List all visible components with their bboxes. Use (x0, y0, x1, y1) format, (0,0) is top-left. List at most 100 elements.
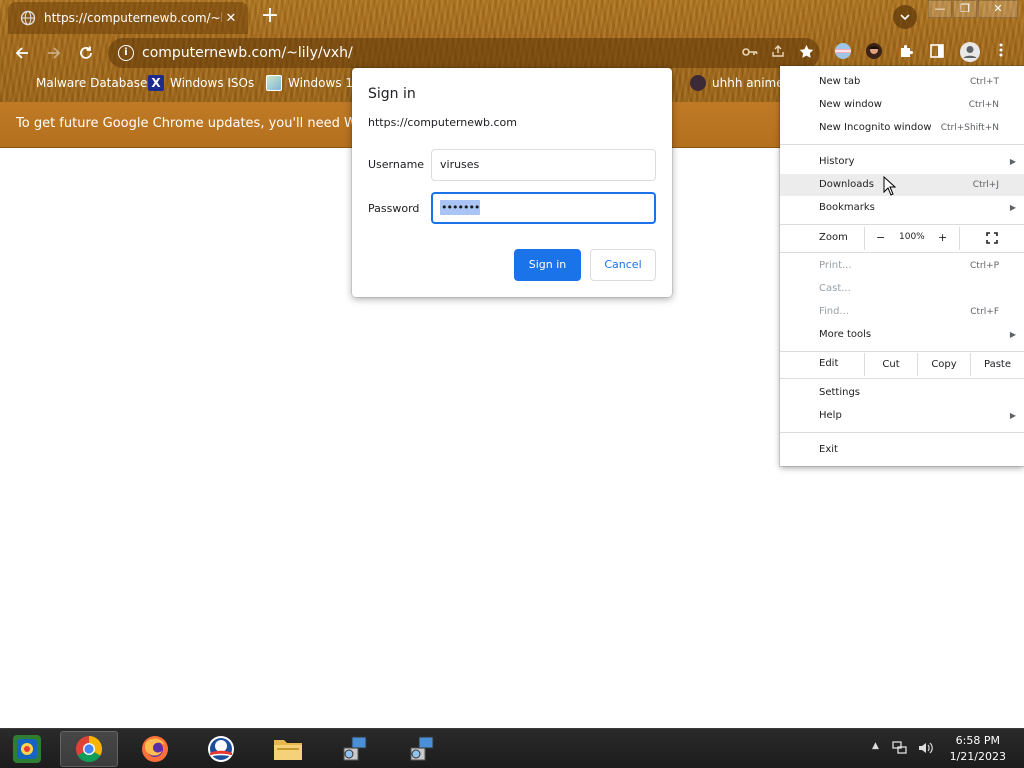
submenu-arrow-icon: ▶ (1009, 157, 1016, 166)
menu-item-more-tools[interactable]: More tools ▶ (780, 324, 1024, 346)
taskbar-obama[interactable] (192, 731, 250, 767)
show-hidden-icons-icon[interactable]: ▲ (872, 741, 879, 751)
menu-item-new-incognito[interactable]: New Incognito window Ctrl+Shift+N (780, 117, 1024, 139)
mouse-cursor-icon (883, 176, 897, 196)
menu-item-label: New Incognito window (819, 122, 932, 133)
menu-edit-row: Edit Cut Copy Paste (780, 353, 1024, 376)
system-clock[interactable]: 6:58 PM 1/21/2023 (950, 733, 1006, 765)
sign-in-button[interactable]: Sign in (514, 249, 581, 281)
cancel-button[interactable]: Cancel (590, 249, 656, 281)
menu-item-help[interactable]: Help ▶ (780, 405, 1024, 427)
site-info-icon[interactable]: i (118, 45, 134, 61)
menu-item-bookmarks[interactable]: Bookmarks ▶ (780, 197, 1024, 219)
menu-item-label: Help (819, 410, 842, 421)
menu-shortcut: Ctrl+J (972, 180, 999, 190)
username-field[interactable]: viruses (431, 149, 656, 181)
clock-time: 6:58 PM (955, 734, 1000, 747)
menu-item-label: Print... (819, 260, 852, 271)
back-icon[interactable] (9, 40, 35, 66)
profile-extension-icon[interactable] (864, 42, 884, 62)
tab-search-icon[interactable] (893, 5, 917, 29)
submenu-arrow-icon: ▶ (1009, 203, 1016, 212)
menu-item-new-tab[interactable]: New tab Ctrl+T (780, 71, 1024, 93)
installer-icon (343, 736, 367, 761)
zoom-label: Zoom (819, 232, 848, 243)
submenu-arrow-icon: ▶ (1009, 411, 1016, 420)
username-label: Username (368, 158, 425, 171)
menu-separator (780, 432, 1024, 433)
menu-item-label: Bookmarks (819, 202, 875, 213)
minimize-button[interactable]: — (928, 0, 952, 18)
taskbar: ▲ 6:58 PM 1/21/2023 (0, 728, 1024, 768)
new-tab-button[interactable]: + (258, 4, 282, 28)
toolbar: i computernewb.com/~lily/vxh/ (0, 36, 1024, 70)
network-icon[interactable] (892, 741, 908, 758)
password-field[interactable]: ••••••• (431, 192, 656, 224)
zoom-out-button[interactable]: − (876, 231, 885, 244)
share-icon[interactable] (764, 44, 792, 62)
profile-avatar-icon[interactable] (958, 41, 982, 65)
reload-icon[interactable] (73, 40, 99, 66)
taskbar-installer-1[interactable] (326, 731, 384, 767)
menu-item-label: History (819, 156, 855, 167)
browser-tab[interactable]: https://computernewb.com/~lily/ ✕ (8, 2, 248, 34)
restore-button[interactable]: ❐ (953, 0, 977, 18)
installer-icon (410, 736, 434, 761)
extensions-puzzle-icon[interactable] (896, 43, 916, 63)
start-button[interactable] (0, 731, 54, 767)
address-bar[interactable]: i computernewb.com/~lily/vxh/ (108, 38, 820, 68)
menu-separator (780, 224, 1024, 225)
taskbar-chrome[interactable] (60, 731, 118, 767)
menu-item-cast[interactable]: Cast... (780, 278, 1024, 300)
menu-item-label: Find... (819, 306, 850, 317)
taskbar-installer-2[interactable] (393, 731, 451, 767)
menu-shortcut: Ctrl+T (969, 77, 999, 87)
menu-shortcut: Ctrl+N (968, 100, 999, 110)
bookmark-windows-isos[interactable]: X Windows ISOs (148, 75, 254, 91)
menu-item-label: Settings (819, 387, 861, 398)
password-label: Password (368, 202, 420, 215)
folder-icon (14, 75, 30, 91)
close-window-button[interactable]: ✕ (978, 0, 1018, 18)
menu-item-downloads[interactable]: Downloads Ctrl+J (780, 174, 1024, 196)
menu-item-find[interactable]: Find... Ctrl+F (780, 301, 1024, 323)
sign-in-dialog: Sign in https://computernewb.com Usernam… (352, 68, 672, 297)
menu-item-label: Exit (819, 444, 838, 455)
menu-separator (780, 144, 1024, 145)
taskbar-firefox[interactable] (126, 731, 184, 767)
close-tab-icon[interactable]: ✕ (222, 11, 240, 26)
bookmark-anime[interactable]: uhhh anime s (690, 75, 794, 91)
kebab-menu-icon[interactable] (991, 43, 1011, 63)
bookmark-windows-11[interactable]: Windows 11 (266, 75, 361, 91)
side-panel-icon[interactable] (927, 43, 947, 63)
menu-item-new-window[interactable]: New window Ctrl+N (780, 94, 1024, 116)
volume-icon[interactable] (917, 741, 933, 758)
bookmark-label: Malware Database (36, 76, 148, 90)
menu-shortcut: Ctrl+Shift+N (940, 123, 999, 133)
bookmark-star-icon[interactable] (792, 44, 820, 63)
menu-item-history[interactable]: History ▶ (780, 151, 1024, 173)
taskbar-file-explorer[interactable] (259, 731, 317, 767)
clock-date: 1/21/2023 (949, 750, 1006, 763)
menu-shortcut: Ctrl+F (970, 307, 999, 317)
menu-item-print[interactable]: Print... Ctrl+P (780, 255, 1024, 277)
forward-icon[interactable] (41, 40, 67, 66)
menu-item-exit[interactable]: Exit (780, 439, 1024, 461)
copy-button[interactable]: Copy (917, 353, 970, 376)
bookmark-malware-database[interactable]: Malware Database (14, 75, 147, 91)
image-icon (266, 75, 282, 91)
tab-title: https://computernewb.com/~lily/ (44, 11, 222, 25)
cut-button[interactable]: Cut (864, 353, 917, 376)
menu-item-label: New window (819, 99, 882, 110)
key-icon[interactable] (736, 45, 764, 61)
zoom-in-button[interactable]: + (938, 231, 947, 244)
chrome-icon (76, 735, 103, 763)
menu-item-settings[interactable]: Settings (780, 382, 1024, 404)
fullscreen-icon[interactable] (986, 232, 998, 244)
address-url: computernewb.com/~lily/vxh/ (142, 45, 353, 61)
menu-item-label: New tab (819, 76, 861, 87)
extension-flag-icon[interactable] (833, 42, 853, 62)
paste-button[interactable]: Paste (970, 353, 1024, 376)
menu-shortcut: Ctrl+P (970, 261, 999, 271)
menu-item-label: More tools (819, 329, 872, 340)
